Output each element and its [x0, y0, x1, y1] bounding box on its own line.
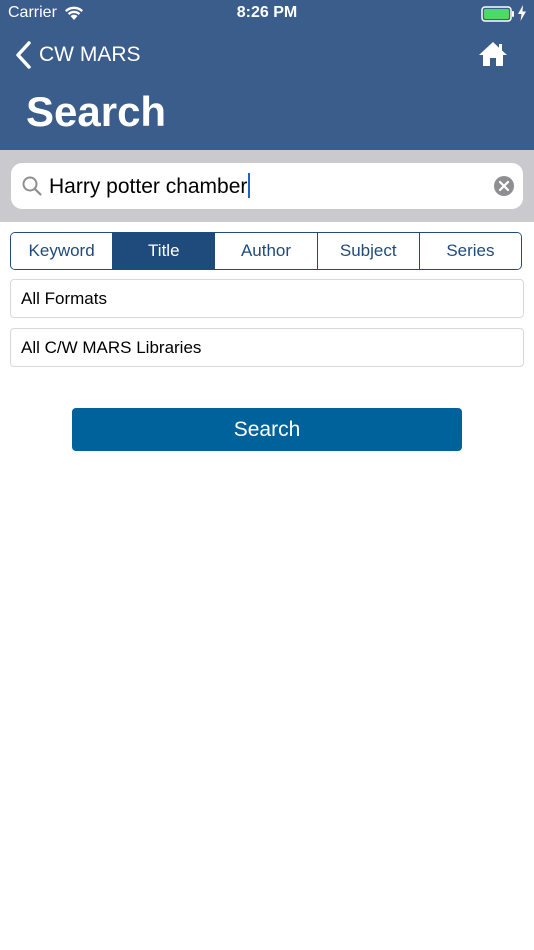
search-bar-container: Harry potter chamber: [0, 150, 534, 222]
library-selector-label: All C/W MARS Libraries: [21, 337, 202, 357]
page-title: Search: [26, 88, 167, 135]
search-type-segmented-control: Keyword Title Author Subject Series: [10, 232, 522, 270]
search-field[interactable]: Harry potter chamber: [11, 163, 523, 209]
clear-icon[interactable]: [493, 175, 515, 197]
segment-author[interactable]: Author: [214, 233, 317, 269]
format-selector-label: All Formats: [21, 288, 107, 308]
header: Carrier 8:26 PM CW MARS Search: [0, 0, 534, 150]
search-button[interactable]: Search: [72, 408, 462, 451]
search-input-value: Harry potter chamber: [49, 175, 248, 198]
home-icon[interactable]: [478, 40, 508, 68]
text-caret: [248, 173, 251, 198]
charging-bolt-icon: [518, 5, 526, 21]
status-bar: Carrier 8:26 PM: [0, 0, 534, 28]
back-button[interactable]: CW MARS: [14, 38, 141, 72]
segment-keyword[interactable]: Keyword: [11, 233, 113, 269]
battery-icon: [481, 6, 514, 22]
segment-subject[interactable]: Subject: [316, 233, 419, 269]
chevron-left-icon: [16, 41, 31, 69]
search-icon: [22, 176, 42, 196]
segment-series[interactable]: Series: [418, 233, 521, 269]
status-time: 8:26 PM: [236, 4, 298, 21]
format-selector[interactable]: All Formats: [10, 279, 524, 318]
segment-title[interactable]: Title: [112, 233, 215, 269]
search-input[interactable]: Harry potter chamber: [49, 173, 251, 199]
back-label: CW MARS: [39, 43, 141, 66]
library-selector[interactable]: All C/W MARS Libraries: [10, 328, 524, 367]
